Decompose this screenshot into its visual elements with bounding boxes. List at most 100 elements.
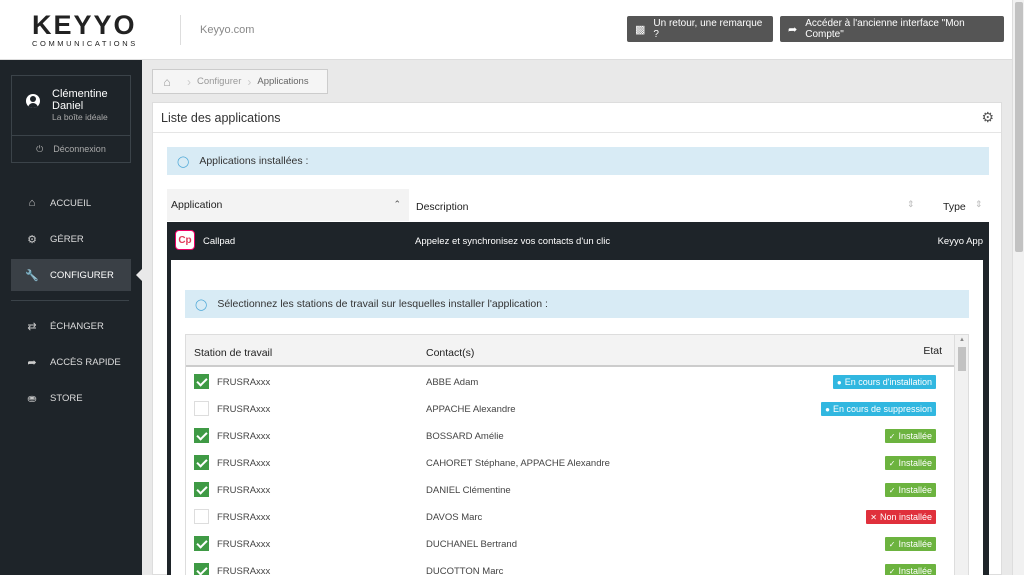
checkbox-checked[interactable] (194, 563, 209, 575)
status-badge-label: Installée (898, 485, 932, 495)
workstation-name: FRUSRAxxx (217, 377, 271, 388)
page-scrollbar-thumb[interactable] (1015, 2, 1023, 252)
nav-item-label: CONFIGURER (50, 269, 114, 281)
workstation-name: FRUSRAxxx (217, 539, 271, 550)
nav-item-echanger[interactable]: ⇄ ÉCHANGER (11, 310, 131, 342)
stations-info-text: Sélectionnez les stations de travail sur… (217, 298, 548, 310)
logout-button[interactable]: ⏻ Déconnexion (12, 138, 130, 160)
status-badge-label: En cours d'installation (844, 377, 932, 387)
check-icon: ✓ (888, 485, 896, 495)
workstations-table-header: Station de travail Contact(s) Etat (186, 335, 956, 367)
workstation-name: FRUSRAxxx (217, 458, 271, 469)
installed-apps-info: ◯ Applications installées : (167, 147, 989, 175)
logout-label: Déconnexion (53, 144, 106, 154)
page-scrollbar[interactable] (1012, 0, 1024, 575)
share-arrow-icon: ➦ (788, 23, 798, 36)
nav-item-label: ACCÈS RAPIDE (50, 356, 121, 368)
status-badge: ✓ Installée (884, 429, 936, 443)
status-badge: ✓ Installée (884, 483, 936, 497)
checkbox-checked[interactable] (194, 428, 209, 443)
checkbox-checked[interactable] (194, 455, 209, 470)
column-header-application[interactable]: Application ⌃ (167, 189, 409, 221)
breadcrumb: ⌂ › Configurer › Applications (152, 69, 328, 94)
contact-names: CAHORET Stéphane, APPACHE Alexandre (426, 458, 610, 469)
status-badge: ✓ Installée (884, 537, 936, 551)
nav-item-label: GÉRER (50, 233, 84, 245)
checkbox-checked[interactable] (194, 374, 209, 389)
table-row[interactable]: FRUSRAxxx DANIEL Clémentine ✓ Installée (186, 477, 956, 504)
table-row[interactable]: FRUSRAxxx BOSSARD Amélie ✓ Installée (186, 423, 956, 450)
column-header-type[interactable]: Type (943, 201, 966, 213)
gear-icon[interactable]: ⚙ (981, 109, 994, 126)
feedback-button[interactable]: ▩ Un retour, une remarque ? (627, 16, 773, 42)
nav-item-label: ÉCHANGER (50, 320, 104, 332)
status-badge: ● En cours d'installation (832, 375, 936, 389)
breadcrumb-item-configurer[interactable]: Configurer (197, 76, 241, 87)
table-row[interactable]: FRUSRAxxx APPACHE Alexandre ● En cours de s… (186, 396, 956, 423)
scroll-up-icon[interactable]: ▲ (959, 337, 965, 343)
check-icon: ✓ (888, 458, 896, 468)
column-header-workstation: Station de travail (194, 347, 273, 359)
check-icon: ✓ (888, 539, 896, 549)
contact-names: DAVOS Marc (426, 512, 483, 523)
app-type: Keyyo App (937, 236, 983, 247)
column-header-contacts: Contact(s) (426, 347, 475, 359)
column-label-application: Application (171, 199, 223, 211)
installed-apps-info-text: Applications installées : (199, 155, 309, 167)
checkbox-unchecked[interactable] (194, 401, 209, 416)
cross-icon: ✕ (870, 512, 877, 522)
wrench-icon: 🔧 (25, 269, 39, 282)
column-header-description[interactable]: Description (416, 201, 469, 213)
table-row[interactable]: FRUSRAxxx DUCHANEL Bertrand ✓ Installée (186, 531, 956, 558)
workstation-name: FRUSRAxxx (217, 512, 271, 523)
workstations-scrollbar[interactable]: ▲ (954, 335, 968, 575)
table-row[interactable]: FRUSRAxxx DUCOTTON Marc ✓ Installée (186, 558, 956, 575)
old-interface-button[interactable]: ➦ Accéder à l'ancienne interface "Mon Co… (780, 16, 1004, 42)
table-row[interactable]: FRUSRAxxx ABBE Adam ● En cours d'installati… (186, 369, 956, 396)
apps-table-header: Application ⌃ Description ⇕ Type ⇕ (167, 189, 989, 221)
sort-icon[interactable]: ⇕ (975, 199, 983, 210)
check-icon: ✓ (888, 566, 896, 575)
logo-sub-text: COMMUNICATIONS (32, 39, 138, 48)
nav-item-store[interactable]: ⛂ STORE (11, 382, 131, 414)
app-row-callpad[interactable]: Cp Callpad Appelez et synchronisez vos c… (167, 222, 989, 260)
exchange-icon: ⇄ (27, 320, 37, 333)
app-description: Appelez et synchronisez vos contacts d'u… (415, 236, 611, 247)
contact-names: DUCOTTON Marc (426, 566, 504, 575)
checkbox-checked[interactable] (194, 536, 209, 551)
keyyo-site-link[interactable]: Keyyo.com (200, 24, 254, 36)
contact-names: ABBE Adam (426, 377, 479, 388)
workstations-scrollbar-thumb[interactable] (958, 347, 966, 371)
user-last-name: Daniel (52, 100, 84, 112)
breadcrumb-item-applications: Applications (257, 76, 309, 87)
nav-item-accueil[interactable]: ⌂ ACCUEIL (11, 187, 131, 219)
status-badge-label: Installée (898, 431, 932, 441)
workstation-name: FRUSRAxxx (217, 566, 271, 575)
checkbox-checked[interactable] (194, 482, 209, 497)
info-dot-icon: ● (825, 404, 830, 414)
column-header-state: Etat (923, 345, 942, 357)
status-badge-label: Non installée (879, 512, 932, 522)
table-row[interactable]: FRUSRAxxx CAHORET Stéphane, APPACHE Alexa… (186, 450, 956, 477)
checkbox-unchecked[interactable] (194, 509, 209, 524)
nav-divider (11, 300, 129, 301)
breadcrumb-home-icon[interactable]: ⌂ (153, 75, 181, 89)
workstation-name: FRUSRAxxx (217, 431, 271, 442)
app-detail-content: ◯ Sélectionnez les stations de travail s… (171, 260, 983, 575)
nav-item-acces-rapide[interactable]: ➦ ACCÈS RAPIDE (11, 346, 131, 378)
info-dot-icon: ● (836, 377, 842, 387)
keyyo-logo[interactable]: KEYYO COMMUNICATIONS (32, 12, 150, 49)
workstation-name: FRUSRAxxx (217, 485, 271, 496)
user-name: Clémentine Daniel (52, 88, 128, 112)
nav-item-gerer[interactable]: ⚙ GÉRER (11, 223, 131, 255)
sort-icon[interactable]: ⇕ (907, 199, 915, 210)
manage-icon: ⚙ (27, 233, 37, 246)
breadcrumb-separator: › (247, 74, 252, 89)
power-icon: ⏻ (36, 143, 44, 154)
applications-panel: Liste des applications ⚙ ◯ Applications … (152, 102, 1002, 575)
page-title: Liste des applications (161, 111, 281, 125)
nav-item-configurer[interactable]: 🔧 CONFIGURER (11, 259, 131, 291)
status-badge: ✓ Installée (884, 564, 936, 575)
table-row[interactable]: FRUSRAxxx DAVOS Marc ✕ Non installée (186, 504, 956, 531)
user-box-divider (12, 135, 130, 136)
